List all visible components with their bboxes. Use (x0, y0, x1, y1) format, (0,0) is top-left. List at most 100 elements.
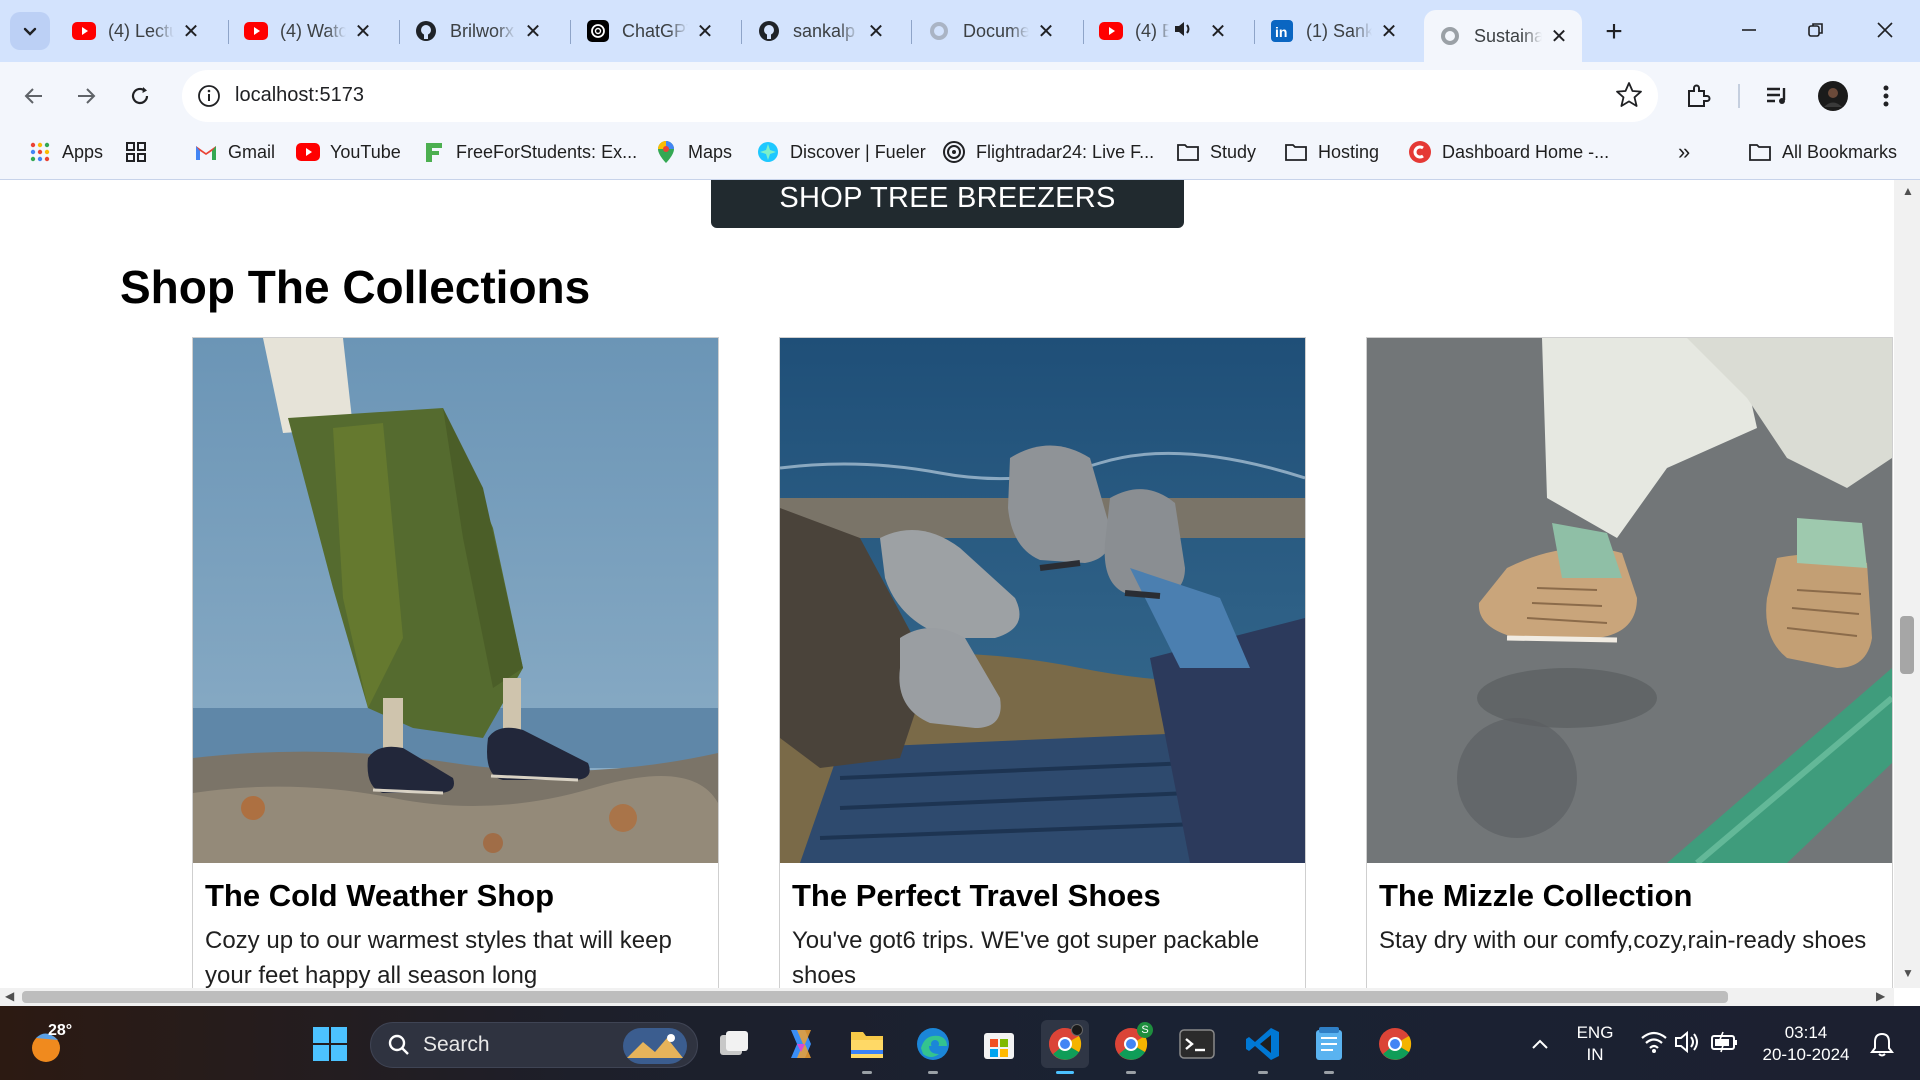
close-icon[interactable]: ✕ (1035, 19, 1057, 44)
copilot-app[interactable] (777, 1020, 825, 1068)
show-hidden-icons-button[interactable] (1516, 1020, 1564, 1068)
search-icon (388, 1034, 409, 1055)
close-window-button[interactable] (1860, 12, 1910, 48)
tab-title: (4) E (1135, 20, 1169, 41)
all-bookmarks-button[interactable]: All Bookmarks (1748, 136, 1897, 168)
notepad-icon (1316, 1027, 1342, 1060)
vscode-app[interactable] (1239, 1020, 1287, 1074)
chrome-app-default[interactable] (1371, 1020, 1419, 1068)
svg-text:in: in (1275, 24, 1287, 40)
clock[interactable]: 03:14 20-10-2024 (1756, 1022, 1856, 1066)
scroll-up-arrow-icon[interactable]: ▲ (1902, 184, 1914, 198)
file-explorer-app[interactable] (843, 1020, 891, 1074)
shop-tree-breezers-button[interactable]: SHOP TREE BREEZERS (711, 180, 1184, 228)
horizontal-scrollbar[interactable]: ◀ ▶ (0, 988, 1894, 1006)
bookmark-apps[interactable]: Apps (28, 136, 103, 168)
edge-app[interactable] (909, 1020, 957, 1074)
close-icon[interactable]: ✕ (352, 19, 374, 44)
chrome-app-active[interactable] (1041, 1020, 1089, 1074)
bookmark-freeforstudents[interactable]: FreeForStudents: Ex... (422, 136, 637, 168)
bookmark-flightradar[interactable]: Flightradar24: Live F... (942, 136, 1154, 168)
tab-watch[interactable]: (4) Watc ✕ (230, 10, 386, 52)
wifi-icon (1641, 1031, 1667, 1053)
reload-button[interactable] (120, 76, 160, 116)
restore-button[interactable] (1791, 12, 1841, 48)
close-icon[interactable]: ✕ (522, 19, 544, 44)
tab-separator (228, 20, 229, 44)
tab-linkedin[interactable]: in (1) Sank ✕ (1256, 10, 1412, 52)
start-button[interactable] (306, 1020, 354, 1068)
scroll-down-arrow-icon[interactable]: ▼ (1902, 966, 1914, 980)
terminal-app[interactable] (1173, 1020, 1221, 1068)
star-icon[interactable] (1614, 80, 1644, 110)
extensions-button[interactable] (1678, 76, 1718, 116)
youtube-icon (1099, 20, 1123, 42)
collection-image[interactable] (780, 338, 1305, 863)
close-icon[interactable]: ✕ (865, 19, 887, 44)
bookmark-hosting[interactable]: Hosting (1284, 136, 1379, 168)
bookmark-tab-groups[interactable] (124, 136, 158, 168)
tab-document[interactable]: Docume ✕ (913, 10, 1069, 52)
bookmarks-overflow-button[interactable]: » (1678, 136, 1690, 168)
tab-youtube-audio[interactable]: (4) E ✕ (1085, 10, 1241, 52)
store-icon (984, 1033, 1014, 1059)
tab-chatgpt[interactable]: ChatGPT ✕ (572, 10, 728, 52)
notepad-app[interactable] (1305, 1020, 1353, 1074)
minimize-button[interactable] (1724, 12, 1774, 48)
bookmark-label: Maps (688, 141, 733, 162)
folder-icon (1284, 140, 1308, 164)
chrome-menu-button[interactable] (1866, 76, 1906, 116)
tab-sankalp[interactable]: sankalp ✕ (743, 10, 899, 52)
collection-card-travel-shoes[interactable]: The Perfect Travel Shoes You've got6 tri… (779, 337, 1306, 988)
close-icon[interactable]: ✕ (694, 19, 716, 44)
notifications-button[interactable] (1858, 1020, 1906, 1068)
language-indicator[interactable]: ENG IN (1572, 1022, 1618, 1066)
collection-image[interactable] (193, 338, 718, 863)
tab-title: (4) Lectu (108, 20, 174, 41)
bookmark-study[interactable]: Study (1176, 136, 1256, 168)
task-view-icon (720, 1031, 748, 1055)
new-tab-button[interactable]: + (1596, 14, 1632, 50)
close-icon[interactable]: ✕ (180, 19, 202, 44)
horizontal-scroll-thumb[interactable] (22, 991, 1728, 1003)
tab-brilworx[interactable]: Brilworx ✕ (400, 10, 556, 52)
collection-description: Stay dry with our comfy,cozy,rain-ready … (1379, 927, 1867, 954)
tab-search-button[interactable] (10, 12, 50, 50)
tab-lecture[interactable]: (4) Lectu ✕ (58, 10, 214, 52)
scroll-right-arrow-icon[interactable]: ▶ (1876, 989, 1885, 1003)
collection-title[interactable]: The Perfect Travel Shoes (792, 878, 1161, 914)
bookmark-youtube[interactable]: YouTube (296, 136, 401, 168)
collection-title[interactable]: The Mizzle Collection (1379, 878, 1692, 914)
speaker-icon[interactable] (1173, 19, 1195, 44)
tab-sustainable[interactable]: Sustaina ✕ (1424, 10, 1582, 62)
vertical-scroll-thumb[interactable] (1900, 616, 1914, 674)
forward-button[interactable] (66, 76, 106, 116)
info-icon[interactable] (196, 83, 222, 109)
task-view-button[interactable] (711, 1020, 759, 1068)
chrome-app-profile-s[interactable]: S (1107, 1020, 1155, 1074)
profile-button[interactable] (1813, 76, 1853, 116)
close-icon[interactable]: ✕ (1548, 24, 1570, 49)
bookmark-gmail[interactable]: Gmail (194, 136, 275, 168)
tab-title: sankalp (793, 20, 856, 41)
close-icon[interactable]: ✕ (1207, 19, 1229, 44)
close-icon[interactable]: ✕ (1378, 19, 1400, 44)
collection-image[interactable] (1367, 338, 1892, 863)
bookmark-label: Discover | Fueler (790, 141, 926, 162)
battery-icon (1711, 1031, 1737, 1053)
url-text[interactable]: localhost:5173 (235, 84, 364, 107)
media-controls-button[interactable] (1758, 76, 1798, 116)
vertical-scrollbar[interactable]: ▲ ▼ (1894, 180, 1920, 988)
taskbar-search[interactable]: Search (370, 1022, 698, 1068)
scroll-left-arrow-icon[interactable]: ◀ (5, 989, 14, 1003)
collection-card-cold-weather[interactable]: The Cold Weather Shop Cozy up to our war… (192, 337, 719, 988)
back-button[interactable] (14, 76, 54, 116)
bookmark-maps[interactable]: Maps (654, 136, 732, 168)
microsoft-store-app[interactable] (975, 1020, 1023, 1068)
weather-widget[interactable]: 28° (26, 1022, 116, 1066)
address-bar[interactable]: localhost:5173 (182, 70, 1658, 122)
bookmark-fueler[interactable]: Discover | Fueler (756, 136, 926, 168)
collection-title[interactable]: The Cold Weather Shop (205, 878, 554, 914)
collection-card-mizzle[interactable]: The Mizzle Collection Stay dry with our … (1366, 337, 1893, 988)
bookmark-dashboard[interactable]: Dashboard Home -... (1408, 136, 1609, 168)
